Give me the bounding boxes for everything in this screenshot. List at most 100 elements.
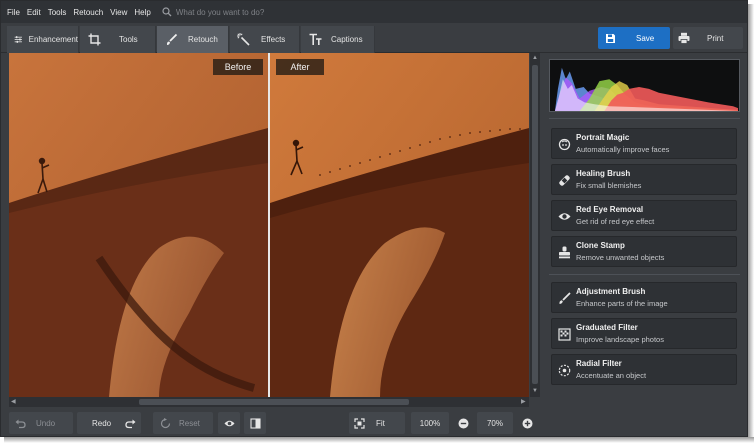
redo-button[interactable]: Redo <box>77 412 141 434</box>
redo-label: Redo <box>92 418 112 428</box>
search-input[interactable] <box>175 7 336 17</box>
bandage-icon <box>559 175 570 186</box>
scroll-down-icon[interactable]: ▼ <box>532 388 538 394</box>
reset-icon <box>160 417 171 428</box>
save-button[interactable]: Save <box>598 27 670 49</box>
menu-retouch[interactable]: Retouch <box>73 8 103 17</box>
tab-tools-label: Tools <box>119 35 138 44</box>
printer-icon <box>678 32 690 44</box>
tool-red-eye-removal[interactable]: Red Eye Removal Get rid of red eye effec… <box>551 200 737 231</box>
magic-wand-icon <box>237 33 250 46</box>
tab-captions[interactable]: Captions <box>301 26 375 53</box>
menu-view[interactable]: View <box>110 8 127 17</box>
menu-edit[interactable]: Edit <box>27 8 41 17</box>
menu-file[interactable]: File <box>7 8 20 17</box>
zoom-level[interactable]: 70% <box>477 412 513 434</box>
tool-radial-filter[interactable]: Radial Filter Accentuate an object <box>551 354 737 385</box>
stamp-icon <box>559 246 570 259</box>
tool-description: Accentuate an object <box>576 371 647 380</box>
panel-separator <box>549 118 740 119</box>
undo-button[interactable]: Undo <box>9 412 73 434</box>
eye-icon <box>224 420 234 426</box>
before-label: Before <box>213 59 263 75</box>
split-view-icon <box>249 417 261 429</box>
radial-icon <box>558 364 571 377</box>
save-button-label: Save <box>636 33 655 43</box>
fit-screen-icon <box>354 417 365 429</box>
photo-canvas[interactable]: Before After <box>9 53 529 397</box>
search-icon <box>162 7 172 17</box>
face-icon <box>558 138 571 151</box>
tool-portrait-magic[interactable]: Portrait Magic Automatically improve fac… <box>551 128 737 159</box>
menu-tools[interactable]: Tools <box>48 8 67 17</box>
zoom-in-button[interactable] <box>517 412 537 434</box>
tool-name: Graduated Filter <box>576 323 638 332</box>
tool-graduated-filter[interactable]: Graduated Filter Improve landscape photo… <box>551 318 737 349</box>
tool-name: Portrait Magic <box>576 133 630 142</box>
tool-description: Improve landscape photos <box>576 335 664 344</box>
horizontal-scroll-thumb[interactable] <box>139 399 409 405</box>
tab-enhancement[interactable]: Enhancement <box>7 26 79 53</box>
app-window: File Edit Tools Retouch View Help Enhanc… <box>0 0 748 437</box>
tool-description: Automatically improve faces <box>576 145 670 154</box>
tab-effects[interactable]: Effects <box>230 26 300 53</box>
tool-adjustment-brush[interactable]: Adjustment Brush Enhance parts of the im… <box>551 282 737 313</box>
undo-label: Undo <box>36 418 56 428</box>
scroll-right-icon[interactable]: ▶ <box>521 399 526 405</box>
horizontal-scrollbar[interactable]: ◀ ▶ <box>9 397 529 407</box>
scroll-left-icon[interactable]: ◀ <box>11 399 16 405</box>
tool-name: Healing Brush <box>576 169 631 178</box>
menu-help[interactable]: Help <box>134 8 150 17</box>
panel-separator <box>549 274 740 275</box>
vertical-scrollbar[interactable]: ▲ ▼ <box>530 53 540 397</box>
redo-icon <box>125 419 136 428</box>
tab-effects-label: Effects <box>261 35 286 44</box>
fit-button[interactable]: Fit <box>349 412 405 434</box>
undo-icon <box>15 419 26 428</box>
print-button[interactable]: Print <box>673 27 743 49</box>
sliders-icon <box>14 36 22 43</box>
main-toolbar: Enhancement Tools Retouch Effects Captio… <box>1 23 747 53</box>
tab-enhancement-label: Enhancement <box>28 35 78 44</box>
text-icon <box>309 33 322 45</box>
tab-tools[interactable]: Tools <box>80 26 156 53</box>
reset-label: Reset <box>179 418 200 428</box>
gradient-icon <box>558 328 571 341</box>
tool-name: Red Eye Removal <box>576 205 644 214</box>
tool-description: Remove unwanted objects <box>576 253 665 262</box>
after-image <box>270 53 529 397</box>
window-shadow-bottom <box>4 437 754 443</box>
zoom-100-button[interactable]: 100% <box>411 412 449 434</box>
tab-retouch[interactable]: Retouch <box>157 26 229 53</box>
tool-name: Adjustment Brush <box>576 287 646 296</box>
zoom-out-button[interactable] <box>453 412 473 434</box>
before-after-divider[interactable] <box>268 53 270 397</box>
crop-icon <box>88 33 101 46</box>
tool-name: Radial Filter <box>576 359 622 368</box>
tool-healing-brush[interactable]: Healing Brush Fix small blemishes <box>551 164 737 195</box>
bottom-bar: Undo Redo Reset Fit 100% 70% <box>1 407 747 436</box>
save-icon <box>606 33 615 43</box>
before-image <box>9 53 268 397</box>
vertical-scroll-thumb[interactable] <box>532 65 538 384</box>
fit-label: Fit <box>376 418 385 428</box>
compare-view-button[interactable] <box>244 412 266 434</box>
tab-captions-label: Captions <box>331 35 363 44</box>
histogram <box>549 59 740 112</box>
after-label: After <box>276 59 324 75</box>
reset-button[interactable]: Reset <box>153 412 213 434</box>
menu-bar: File Edit Tools Retouch View Help <box>1 1 747 23</box>
minus-circle-icon <box>458 418 468 428</box>
tool-name: Clone Stamp <box>576 241 625 250</box>
tool-clone-stamp[interactable]: Clone Stamp Remove unwanted objects <box>551 236 737 267</box>
tool-description: Get rid of red eye effect <box>576 217 655 226</box>
brush-icon <box>166 33 178 45</box>
preview-toggle-button[interactable] <box>218 412 240 434</box>
print-button-label: Print <box>707 33 724 43</box>
tool-description: Enhance parts of the image <box>576 299 668 308</box>
window-shadow-right <box>748 4 754 443</box>
scroll-up-icon[interactable]: ▲ <box>532 55 538 61</box>
search-box <box>162 7 336 17</box>
retouch-panel: Portrait Magic Automatically improve fac… <box>541 53 747 407</box>
plus-circle-icon <box>522 418 532 428</box>
